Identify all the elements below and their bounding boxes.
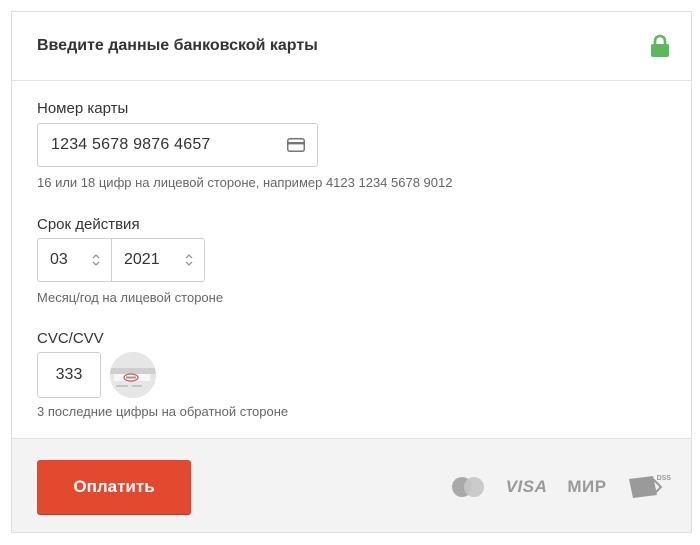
expiry-year-value: 2021 <box>124 251 160 268</box>
card-back-icon <box>110 352 156 398</box>
payment-logos: VISA МИР DSS <box>450 475 671 499</box>
mastercard-logo-icon <box>451 477 484 497</box>
updown-chevron-icon <box>92 254 100 266</box>
card-number-label: Номер карты <box>37 100 129 117</box>
mir-logo: МИР <box>567 477 607 496</box>
updown-chevron-icon <box>185 254 193 266</box>
cvc-hint: 3 последние цифры на обратной стороне <box>37 404 289 419</box>
expiry-group: 03 2021 <box>37 238 205 282</box>
expiry-month-value: 03 <box>50 251 68 268</box>
cvc-label: CVC/CVV <box>37 330 104 347</box>
card-number-input[interactable]: 1234 5678 9876 4657 <box>37 123 318 167</box>
expiry-hint: Месяц/год на лицевой стороне <box>37 290 224 305</box>
expiry-label: Срок действия <box>37 216 140 233</box>
card-number-hint: 16 или 18 цифр на лицевой стороне, напри… <box>37 175 453 190</box>
expiry-year-select[interactable]: 2021 <box>112 239 204 281</box>
pci-dss-label: DSS <box>656 475 671 482</box>
cvc-location-image <box>110 352 156 398</box>
form-title: Введите данные банковской карты <box>37 37 318 54</box>
form-header: Введите данные банковской карты <box>12 12 691 81</box>
lock-icon <box>651 34 669 57</box>
credit-card-icon <box>287 138 305 152</box>
form-footer: Оплатить VISA МИР DSS <box>12 438 691 532</box>
cvc-value: 333 <box>55 366 83 383</box>
expiry-month-select[interactable]: 03 <box>38 239 112 281</box>
cvc-input[interactable]: 333 <box>37 352 101 398</box>
visa-logo: VISA <box>505 477 548 496</box>
card-number-value: 1234 5678 9876 4657 <box>51 136 211 153</box>
pay-button[interactable]: Оплатить <box>37 460 191 514</box>
pci-dss-logo: DSS <box>627 475 671 499</box>
payment-form: Введите данные банковской карты Номер ка… <box>11 11 692 533</box>
